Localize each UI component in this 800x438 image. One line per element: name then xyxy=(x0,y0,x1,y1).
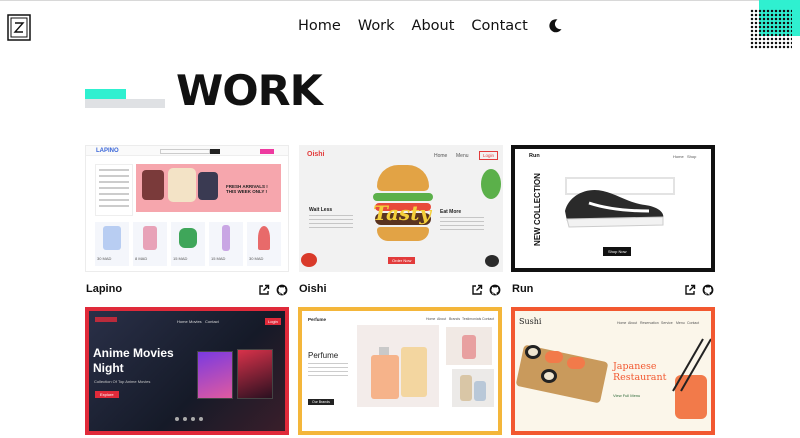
lapino-banner-text: FRESH ARRIVALS ! THIS WEEK ONLY ! xyxy=(226,184,268,194)
perfume-side-image-1 xyxy=(446,327,492,365)
oishi-burger-bun xyxy=(377,165,429,191)
oishi-login-button: Login xyxy=(479,151,499,160)
project-title-lapino: Lapino xyxy=(86,283,123,295)
oishi-hero-word: Tasty xyxy=(373,201,432,225)
perfume-side-image-2 xyxy=(452,369,494,407)
heading-shadow-bar xyxy=(85,99,165,108)
perfume-headline: Perfume xyxy=(308,351,339,360)
lapino-login-button xyxy=(260,149,274,154)
perfume-brands-button: Our Brands xyxy=(308,399,334,405)
external-link-icon[interactable] xyxy=(471,284,483,296)
github-icon[interactable] xyxy=(489,284,501,296)
lapino-sidebar xyxy=(95,164,133,216)
nav-work[interactable]: Work xyxy=(358,18,395,34)
project-title-run: Run xyxy=(512,283,534,295)
oishi-order-button: Order Now xyxy=(388,257,416,264)
lapino-search-button xyxy=(210,149,220,154)
heading-accent-bar xyxy=(85,89,126,99)
project-thumbnail-sushi[interactable]: Sushi Home About Reservation Service Men… xyxy=(511,307,715,435)
project-thumbnail-anime[interactable]: Home Movies Contact Login Anime Movies N… xyxy=(85,307,289,435)
lapino-product-row: 30 MAD 8 MAD 15 MAD 15 MAD 30 MAD xyxy=(95,222,281,266)
anime-explore-button: Explore xyxy=(95,391,119,398)
sushi-menu-link: View Full Menu xyxy=(613,393,641,398)
nav-about[interactable]: About xyxy=(412,18,455,34)
project-thumbnail-perfume[interactable]: Perfume Home About Brands Testimonials C… xyxy=(298,307,502,435)
main-nav: Home Work About Contact xyxy=(298,18,563,34)
dot-pattern xyxy=(750,9,792,49)
project-thumbnail-oishi[interactable]: Oishi Home Menu Login Tasty Wait Less Ea… xyxy=(299,145,503,272)
anime-headline: Anime Movies Night xyxy=(93,346,174,375)
perfume-hero-image xyxy=(357,325,439,407)
project-title-oishi: Oishi xyxy=(299,283,327,295)
external-link-icon[interactable] xyxy=(258,284,270,296)
external-link-icon[interactable] xyxy=(684,284,696,296)
run-shop-button: Shop Now xyxy=(603,247,632,256)
top-divider xyxy=(0,0,800,1)
project-thumbnail-run[interactable]: Run Home Shop NEW COLLECTION Shop Now xyxy=(511,145,715,272)
page-title: WORK xyxy=(176,66,323,115)
anime-poster-2 xyxy=(237,349,273,399)
run-brand: Run xyxy=(529,153,540,159)
sneaker-image xyxy=(565,189,664,228)
sushi-brand: Sushi xyxy=(519,317,542,326)
project-thumbnail-lapino[interactable]: LAPINO FRESH ARRIVALS ! THIS WEEK ONLY !… xyxy=(85,145,289,272)
github-icon[interactable] xyxy=(702,284,714,296)
nav-home[interactable]: Home xyxy=(298,18,341,34)
anime-poster-1 xyxy=(197,351,233,399)
sushi-headline: Japanese Restaurant xyxy=(613,361,667,383)
run-vertical-text: NEW COLLECTION xyxy=(532,173,542,246)
moon-icon[interactable] xyxy=(547,18,563,34)
lapino-banner: FRESH ARRIVALS ! THIS WEEK ONLY ! xyxy=(136,164,281,212)
lapino-brand: LAPINO xyxy=(96,148,119,154)
nav-contact[interactable]: Contact xyxy=(471,18,527,34)
anime-login-button: Login xyxy=(265,318,281,325)
lapino-search-input xyxy=(160,149,210,154)
sushi-salmon-image xyxy=(675,375,707,419)
oishi-brand: Oishi xyxy=(307,151,325,158)
github-icon[interactable] xyxy=(276,284,288,296)
logo-icon[interactable] xyxy=(7,14,31,41)
